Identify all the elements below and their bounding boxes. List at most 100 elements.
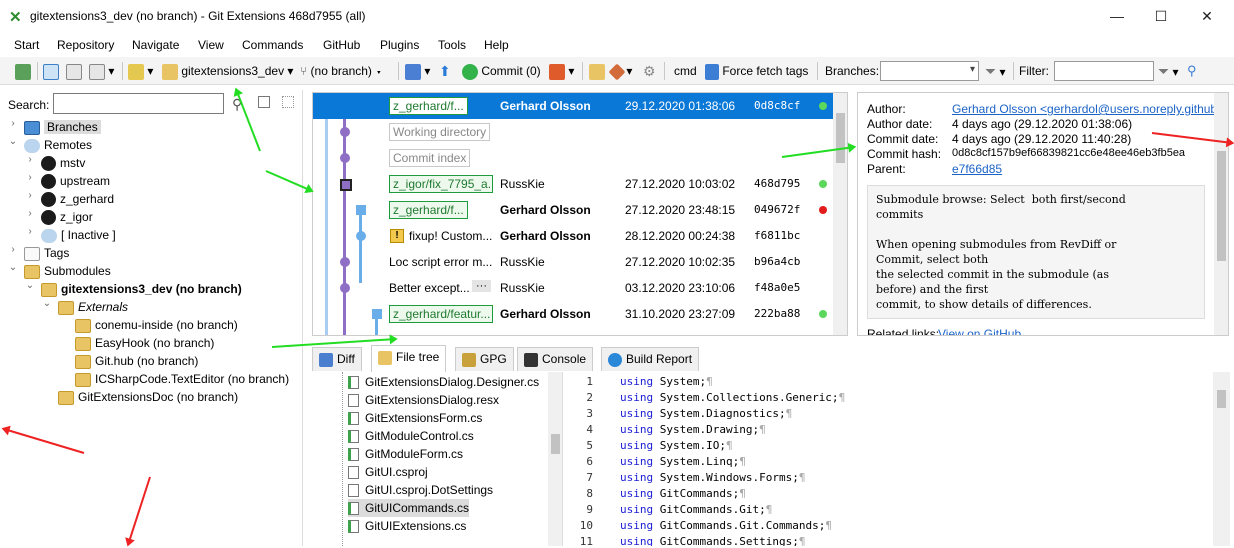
- file-tree-item[interactable]: GitExtensionsForm.cs: [348, 409, 482, 427]
- details-scrollbar-thumb[interactable]: [1217, 151, 1226, 261]
- expand-chevron-right-icon[interactable]: ›: [25, 172, 35, 183]
- expand-chevron-right-icon[interactable]: ›: [25, 154, 35, 165]
- menu-tools[interactable]: Tools: [438, 38, 466, 52]
- tree-node[interactable]: Git.hub (no branch): [75, 352, 198, 370]
- close-button[interactable]: ✕: [1192, 5, 1222, 27]
- pull-icon[interactable]: ▾: [405, 62, 430, 80]
- expand-chevron-down-icon[interactable]: ⌄: [25, 280, 35, 291]
- repo-selector[interactable]: gitextensions3_dev ▾: [162, 62, 293, 80]
- tree-node[interactable]: GitExtensionsDoc (no branch): [58, 388, 238, 406]
- branch-filter-funnel-icon[interactable]: ⏷ ▾: [985, 62, 1006, 80]
- tree-node[interactable]: Submodules: [24, 262, 111, 280]
- revision-filter-funnel-icon[interactable]: ⏷ ▾: [1158, 62, 1179, 80]
- file-tree-item[interactable]: GitExtensionsDialog.resx: [348, 391, 499, 409]
- layout-dropdown-icon[interactable]: ▾: [89, 62, 114, 80]
- revision-row[interactable]: z_gerhard/featur... Gerhard Olsson 31.10.2…: [313, 301, 833, 327]
- tree-node[interactable]: Branches: [24, 118, 101, 136]
- tree-node[interactable]: z_gerhard: [41, 190, 114, 208]
- expand-chevron-right-icon[interactable]: ›: [25, 190, 35, 201]
- revision-row[interactable]: Better except... ··· RussKie 03.12.2020 23:…: [313, 275, 833, 301]
- view-on-github-link[interactable]: View on GitHub: [938, 327, 1021, 335]
- layout-toggle-icon[interactable]: [43, 62, 59, 80]
- tree-node[interactable]: z_igor: [41, 208, 93, 226]
- force-fetch-tags-button[interactable]: Force fetch tags: [705, 62, 808, 80]
- revision-scrollbar[interactable]: [833, 93, 847, 335]
- file-tree-item[interactable]: GitExtensionsDialog.Designer.cs: [348, 373, 539, 391]
- expand-chevron-right-icon[interactable]: ›: [25, 226, 35, 237]
- menu-github[interactable]: GitHub: [323, 38, 360, 52]
- expand-chevron-right-icon[interactable]: ›: [8, 118, 18, 129]
- branch-label[interactable]: z_gerhard/featur...: [389, 305, 493, 323]
- parent-link[interactable]: e7f66d85: [952, 162, 1002, 176]
- tree-node[interactable]: [ Inactive ]: [41, 226, 116, 244]
- search-input[interactable]: [53, 93, 224, 114]
- menu-commands[interactable]: Commands: [242, 38, 303, 52]
- code-scrollbar[interactable]: [1213, 372, 1230, 546]
- maximize-button[interactable]: ☐: [1146, 5, 1176, 27]
- menu-start[interactable]: Start: [14, 38, 39, 52]
- expand-chevron-right-icon[interactable]: ›: [25, 208, 35, 219]
- menu-help[interactable]: Help: [484, 38, 509, 52]
- commit-button[interactable]: Commit (0): [462, 62, 541, 80]
- file-tree-item[interactable]: GitModuleControl.cs: [348, 427, 474, 445]
- file-tree-item[interactable]: GitUICommands.cs: [348, 499, 470, 517]
- tab-console[interactable]: Console: [517, 347, 594, 371]
- browse-folder-icon[interactable]: [589, 62, 605, 80]
- git-bash-icon[interactable]: ▾: [608, 62, 632, 81]
- collapse-all-icon[interactable]: [258, 96, 270, 108]
- menu-plugins[interactable]: Plugins: [380, 38, 419, 52]
- tab-diff[interactable]: Diff: [312, 347, 362, 371]
- file-tree-item[interactable]: GitUIExtensions.cs: [348, 517, 466, 535]
- tab-build-report[interactable]: Build Report: [601, 347, 700, 371]
- branch-label[interactable]: z_gerhard/f...: [389, 201, 468, 219]
- file-tree-item[interactable]: GitUI.csproj.DotSettings: [348, 481, 493, 499]
- refresh-icon[interactable]: [15, 62, 31, 80]
- tree-node[interactable]: Tags: [24, 244, 69, 262]
- revision-row[interactable]: z_igor/fix_7795_a... RussKie 27.12.2020 10…: [313, 171, 833, 197]
- details-scrollbar[interactable]: [1214, 93, 1228, 335]
- menu-view[interactable]: View: [198, 38, 224, 52]
- tree-node[interactable]: EasyHook (no branch): [75, 334, 214, 352]
- tree-node[interactable]: conemu-inside (no branch): [75, 316, 238, 334]
- layout-horizontal-icon[interactable]: [66, 62, 82, 80]
- revision-row[interactable]: Loc script error m... RussKie 27.12.2020 1…: [313, 249, 833, 275]
- locate-icon[interactable]: [282, 96, 294, 108]
- branches-filter-combo[interactable]: ▾: [880, 61, 979, 81]
- tree-node[interactable]: Remotes: [24, 136, 92, 154]
- pin-icon[interactable]: ⚲: [1187, 62, 1197, 80]
- expand-chevron-down-icon[interactable]: ⌄: [42, 298, 52, 309]
- branch-label[interactable]: z_igor/fix_7795_a...: [389, 175, 493, 193]
- branch-label[interactable]: z_gerhard/f...: [389, 97, 468, 115]
- stash-icon[interactable]: ▾: [549, 62, 574, 80]
- file-tree-item[interactable]: GitModuleForm.cs: [348, 445, 463, 463]
- scrollbar-thumb[interactable]: [836, 113, 845, 163]
- menu-repository[interactable]: Repository: [57, 38, 114, 52]
- revision-row[interactable]: z_gerhard/f... Gerhard Olsson 29.12.2020 0…: [313, 93, 833, 119]
- tree-node[interactable]: Externals: [58, 298, 128, 316]
- expand-chevron-down-icon[interactable]: ⌄: [8, 262, 18, 273]
- menu-navigate[interactable]: Navigate: [132, 38, 179, 52]
- tree-node[interactable]: mstv: [41, 154, 85, 172]
- tab-gpg[interactable]: GPG: [455, 347, 514, 371]
- branch-selector[interactable]: ⑂ (no branch) ▾: [300, 62, 382, 80]
- tree-node[interactable]: gitextensions3_dev (no branch): [41, 280, 242, 298]
- revision-row[interactable]: ! fixup! Custom... Gerhard Olsson 28.12.202…: [313, 223, 833, 249]
- file-tree-scrollbar-thumb[interactable]: [551, 434, 560, 454]
- minimize-button[interactable]: —: [1102, 5, 1132, 27]
- open-repo-icon[interactable]: ▾: [128, 62, 153, 80]
- revision-row[interactable]: Working directory: [313, 119, 833, 145]
- tree-node[interactable]: upstream: [41, 172, 110, 190]
- tab-file-tree[interactable]: File tree: [371, 345, 447, 372]
- code-scrollbar-thumb[interactable]: [1217, 390, 1226, 408]
- revision-row[interactable]: Commit index: [313, 145, 833, 171]
- cmd-button[interactable]: cmd: [674, 62, 697, 80]
- revision-row[interactable]: z_gerhard/f... Gerhard Olsson 27.12.2020 2…: [313, 197, 833, 223]
- push-icon[interactable]: ⬆: [439, 62, 451, 80]
- tree-node[interactable]: ICSharpCode.TextEditor (no branch): [75, 370, 289, 388]
- expand-chevron-down-icon[interactable]: ⌄: [8, 136, 18, 147]
- file-tree-item[interactable]: GitUI.csproj: [348, 463, 428, 481]
- more-ellipsis[interactable]: ···: [472, 280, 491, 292]
- settings-gear-icon[interactable]: ⚙: [643, 62, 656, 80]
- file-tree-scrollbar[interactable]: [548, 372, 562, 546]
- revision-filter-input[interactable]: [1054, 61, 1154, 81]
